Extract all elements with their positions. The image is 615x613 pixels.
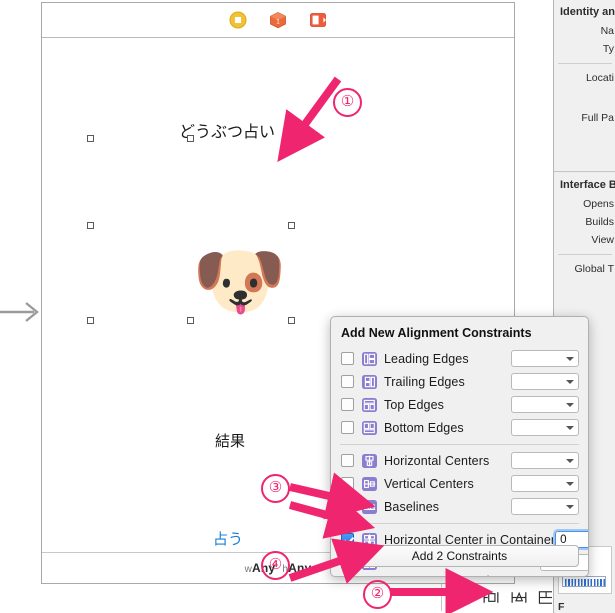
annotation-1: ①	[333, 88, 362, 117]
uranau-button[interactable]: 占う	[213, 528, 243, 549]
resolve-button[interactable]	[511, 590, 527, 605]
inspector-divider-2	[558, 254, 612, 255]
ib-row-opens: Opens	[583, 198, 614, 210]
exit-icon[interactable]	[309, 11, 327, 29]
checkbox-leading-edges[interactable]	[341, 352, 354, 365]
toolbar-divider	[441, 584, 442, 611]
constant-select-baselines[interactable]	[511, 498, 579, 515]
constraint-row-vertical-centers[interactable]: Vertical Centers	[331, 472, 588, 495]
selection-handle[interactable]	[87, 222, 94, 229]
checkbox-trailing-edges[interactable]	[341, 375, 354, 388]
constant-select-vertical-centers[interactable]	[511, 475, 579, 492]
selection-handle[interactable]	[187, 317, 194, 324]
constant-select-trailing-edges[interactable]	[511, 373, 579, 390]
size-class-h-value: Any	[288, 561, 312, 575]
constraint-row-top-edges[interactable]: Top Edges	[331, 393, 588, 416]
popover-title: Add New Alignment Constraints	[341, 326, 532, 340]
identity-section-title: Identity and	[560, 6, 615, 18]
constraint-label: Bottom Edges	[384, 420, 464, 435]
align-h-centers-icon	[362, 453, 377, 468]
constraint-label: Top Edges	[384, 397, 444, 412]
popover-divider-2	[340, 523, 579, 524]
align-top-edges-icon	[362, 397, 377, 412]
selection-handle[interactable]	[288, 317, 295, 324]
constant-select-horizontal-centers[interactable]	[511, 452, 579, 469]
dog-image-view[interactable]: 🐶	[192, 243, 287, 319]
popover-divider-1	[340, 444, 579, 445]
scene-dock[interactable]: 1	[42, 3, 514, 38]
constant-select-bottom-edges[interactable]	[511, 419, 579, 436]
initial-view-controller-arrow	[0, 302, 39, 322]
align-baselines-icon	[362, 499, 377, 514]
popover-arrow-tail	[471, 575, 489, 576]
align-leading-edges-icon	[362, 351, 377, 366]
constraint-row-leading-edges[interactable]: Leading Edges	[331, 347, 588, 370]
constraint-label: Vertical Centers	[384, 476, 474, 491]
constraint-row-bottom-edges[interactable]: Bottom Edges	[331, 416, 588, 439]
ib-row-view: View	[591, 234, 614, 246]
identity-section: Identity and Na Ty Locati Full Pa	[554, 0, 615, 172]
constraint-label: Horizontal Centers	[384, 453, 490, 468]
interface-builder-section: Interface Bu Opens Builds View Global T	[554, 173, 615, 318]
xcode-storyboard-editor: 1 どうぶつ占い 🐶 結果 占う wAny hAny Identity an N…	[0, 0, 615, 613]
ruler-swatch-icon	[562, 576, 606, 587]
constraint-label: Leading Edges	[384, 351, 469, 366]
constant-select-top-edges[interactable]	[511, 396, 579, 413]
constraint-row-horizontal-centers[interactable]: Horizontal Centers	[331, 449, 588, 472]
ib-row-global-tint: Global T	[574, 263, 615, 275]
checkbox-baselines[interactable]	[341, 500, 354, 513]
clipped-row: F	[558, 601, 565, 613]
size-class-w-prefix: w	[244, 564, 252, 575]
checkbox-horizontal-centers[interactable]	[341, 454, 354, 467]
selection-handle[interactable]	[288, 222, 295, 229]
checkbox-bottom-edges[interactable]	[341, 421, 354, 434]
align-bottom-edges-icon	[362, 420, 377, 435]
checkbox-vertical-centers[interactable]	[341, 477, 354, 490]
add-alignment-constraints-popover[interactable]: Add New Alignment Constraints Leading Ed…	[330, 316, 589, 577]
constraint-row-trailing-edges[interactable]: Trailing Edges	[331, 370, 588, 393]
selection-handle[interactable]	[87, 317, 94, 324]
align-v-centers-icon	[362, 476, 377, 491]
embed-button[interactable]	[538, 590, 552, 605]
align-button[interactable]	[456, 590, 472, 605]
pin-button[interactable]	[483, 590, 499, 605]
align-trailing-edges-icon	[362, 374, 377, 389]
result-label[interactable]: 結果	[215, 430, 245, 451]
view-controller-icon[interactable]	[229, 11, 247, 29]
ib-section-title: Interface Bu	[560, 179, 615, 191]
identity-row-location: Locati	[585, 72, 614, 84]
annotation-4: ④	[261, 551, 290, 580]
identity-row-type: Ty	[602, 43, 614, 55]
svg-text:1: 1	[276, 18, 280, 25]
first-responder-icon[interactable]: 1	[269, 11, 287, 29]
checkbox-top-edges[interactable]	[341, 398, 354, 411]
annotation-2: ②	[363, 580, 392, 609]
constraint-label: Trailing Edges	[384, 374, 465, 389]
identity-row-fullpath: Full Pa	[581, 112, 614, 124]
auto-layout-toolbar[interactable]	[449, 584, 552, 611]
inspector-divider	[558, 63, 612, 64]
selection-handle[interactable]	[288, 135, 295, 142]
constraint-row-baselines[interactable]: Baselines	[331, 495, 588, 518]
add-constraints-button[interactable]: Add 2 Constraints	[340, 545, 579, 567]
annotation-3: ③	[261, 474, 290, 503]
ib-row-builds: Builds	[585, 216, 614, 228]
selection-handle[interactable]	[187, 135, 194, 142]
identity-row-name: Na	[600, 25, 614, 37]
constant-select-leading-edges[interactable]	[511, 350, 579, 367]
constraint-label: Baselines	[384, 499, 440, 514]
selection-handle[interactable]	[87, 135, 94, 142]
